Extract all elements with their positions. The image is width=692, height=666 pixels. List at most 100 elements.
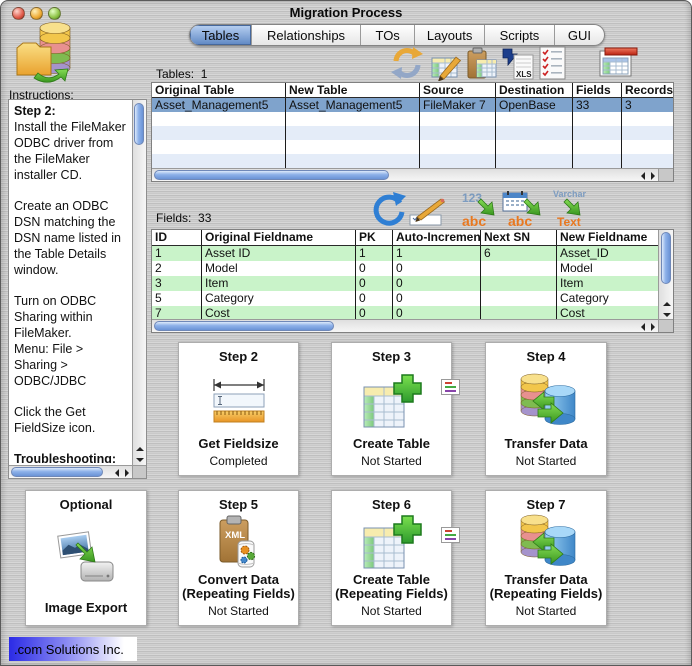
scrollbar-thumb[interactable] xyxy=(11,467,103,477)
cell: 0 xyxy=(356,291,393,306)
scrollbar-corner xyxy=(658,168,673,181)
step-card-create-table-repeating[interactable]: Step 6 Create Table (Repeating Fields) N… xyxy=(331,490,460,626)
table-row-empty[interactable] xyxy=(152,154,673,168)
step-card-transfer-data[interactable]: Step 4 Transfer Data Not Started xyxy=(485,342,607,476)
cell: OpenBase xyxy=(496,98,573,112)
table-row-selected[interactable]: Asset_Management5 Asset_Management5 File… xyxy=(152,98,673,112)
step-card-get-fieldsize[interactable]: Step 2 Get Fieldsize Completed xyxy=(178,342,299,476)
edit-table-icon[interactable] xyxy=(431,50,463,86)
column-header[interactable]: Original Table xyxy=(152,83,286,97)
step-card-create-table[interactable]: Step 3 Create Table Not Started xyxy=(331,342,460,476)
column-header[interactable]: Fields xyxy=(573,83,622,97)
refresh-icon[interactable] xyxy=(389,46,425,85)
scrollbar-thumb[interactable] xyxy=(134,103,144,145)
scroll-down-arrow[interactable] xyxy=(663,313,671,317)
scroll-left-arrow[interactable] xyxy=(641,323,645,331)
tables-count: 1 xyxy=(200,67,208,81)
table-row-empty[interactable] xyxy=(152,126,673,140)
convert-data-xml-icon[interactable]: XML xyxy=(213,512,265,573)
export-xls-icon[interactable]: XLS xyxy=(501,47,535,86)
fields-horizontal-scrollbar[interactable] xyxy=(152,319,658,332)
transfer-data-icon[interactable] xyxy=(514,364,578,437)
cell: 6 xyxy=(481,246,557,261)
scrollbar-thumb[interactable] xyxy=(661,232,671,284)
column-header[interactable]: New Table xyxy=(286,83,420,97)
cell: Item xyxy=(202,276,356,291)
tables-horizontal-scrollbar[interactable] xyxy=(152,168,658,181)
xls-label: XLS xyxy=(516,70,532,79)
edit-field-icon[interactable] xyxy=(409,197,453,232)
field-row[interactable]: 1 Asset ID 1 1 6 Asset_ID xyxy=(152,246,658,261)
column-header[interactable]: PK xyxy=(356,230,393,245)
instructions-text: Step 2: Install the FileMaker ODBC drive… xyxy=(14,103,129,463)
column-header[interactable]: Next SN xyxy=(481,230,557,245)
cell: 33 xyxy=(573,98,622,112)
column-header[interactable]: Source xyxy=(420,83,496,97)
fields-vertical-scrollbar[interactable] xyxy=(658,230,673,319)
tab-layouts[interactable]: Layouts xyxy=(415,25,486,45)
step-name: Transfer Data xyxy=(504,436,588,452)
scroll-left-arrow[interactable] xyxy=(115,469,119,477)
cell: Category xyxy=(202,291,356,306)
field-row[interactable]: 2 Model 0 0 Model xyxy=(152,261,658,276)
number-to-text-icon[interactable]: 123 abc xyxy=(457,189,499,234)
step-subname: (Repeating Fields) xyxy=(182,586,295,602)
cell: Cost xyxy=(202,306,356,319)
scroll-down-arrow[interactable] xyxy=(136,458,144,462)
column-header[interactable]: New Fieldname xyxy=(557,230,658,245)
step-title: Step 7 xyxy=(526,497,566,512)
checklist-icon[interactable] xyxy=(538,45,567,86)
tab-tables[interactable]: Tables xyxy=(190,25,252,45)
transfer-data-icon[interactable] xyxy=(514,512,578,573)
refresh-fields-icon[interactable] xyxy=(369,190,407,233)
create-table-icon[interactable] xyxy=(362,512,422,573)
fieldsize-measure-icon[interactable] xyxy=(208,364,270,437)
scroll-up-arrow[interactable] xyxy=(663,302,671,306)
scroll-up-arrow[interactable] xyxy=(136,447,144,451)
scrollbar-thumb[interactable] xyxy=(154,170,389,180)
cell: Asset_Management5 xyxy=(286,98,420,112)
create-table-icon[interactable] xyxy=(362,364,422,437)
tab-scripts[interactable]: Scripts xyxy=(485,25,555,45)
brand-logo: .com Solutions Inc. xyxy=(9,637,137,661)
step-subname: (Repeating Fields) xyxy=(335,586,448,602)
column-header[interactable]: Original Fieldname xyxy=(202,230,356,245)
tab-gui[interactable]: GUI xyxy=(555,25,604,45)
instructions-paragraph: Create an ODBC DSN matching the DSN name… xyxy=(14,199,121,277)
step-status: Completed xyxy=(209,454,268,468)
date-to-text-icon[interactable]: abc xyxy=(501,189,545,234)
step-card-convert-data[interactable]: Step 5 XML Convert Data (Repeating Field… xyxy=(178,490,299,626)
field-row[interactable]: 3 Item 0 0 Item xyxy=(152,276,658,291)
table-row-empty[interactable] xyxy=(152,112,673,126)
instructions-vertical-scrollbar[interactable] xyxy=(132,100,146,465)
column-header[interactable]: Destination xyxy=(496,83,573,97)
instructions-horizontal-scrollbar[interactable] xyxy=(9,465,132,478)
cell: 0 xyxy=(393,261,481,276)
image-export-icon[interactable] xyxy=(56,512,116,601)
step-subname: (Repeating Fields) xyxy=(489,586,603,602)
step-status: Not Started xyxy=(361,604,422,618)
paste-table-icon[interactable] xyxy=(466,47,497,86)
step-card-image-export[interactable]: Optional Image Export xyxy=(25,490,147,626)
column-header[interactable]: Auto-Increment xyxy=(393,230,481,245)
column-header[interactable]: ID xyxy=(152,230,202,245)
scroll-right-arrow[interactable] xyxy=(651,323,655,331)
scrollbar-thumb[interactable] xyxy=(154,321,334,331)
table-row-empty[interactable] xyxy=(152,140,673,154)
field-row[interactable]: 5 Category 0 0 Category xyxy=(152,291,658,306)
fields-label: Fields: xyxy=(156,211,192,225)
step-title: Step 5 xyxy=(218,497,258,512)
scroll-left-arrow[interactable] xyxy=(641,172,645,180)
tab-tos[interactable]: TOs xyxy=(361,25,416,45)
table-details-icon[interactable] xyxy=(599,47,641,84)
field-row[interactable]: 7 Cost 0 0 Cost xyxy=(152,306,658,319)
cell: 3 xyxy=(625,98,632,112)
cell xyxy=(481,306,557,319)
scroll-right-arrow[interactable] xyxy=(651,172,655,180)
scroll-right-arrow[interactable] xyxy=(125,469,129,477)
step-card-transfer-data-repeating[interactable]: Step 7 Transfer Data (Repeating Fields) … xyxy=(485,490,607,626)
step-status: Not Started xyxy=(208,604,269,618)
varchar-to-text-icon[interactable]: Varchar Text xyxy=(549,187,597,234)
tab-relationships[interactable]: Relationships xyxy=(252,25,362,45)
column-header[interactable]: Records xyxy=(622,83,673,97)
